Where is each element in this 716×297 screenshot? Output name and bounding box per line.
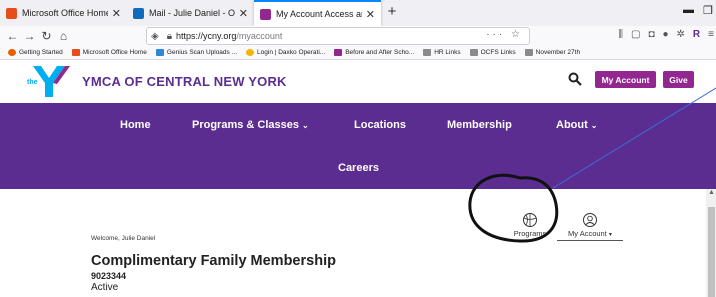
bookmark-before-after-school[interactable]: Before and After Scho... <box>334 49 414 56</box>
close-tab-icon[interactable]: ✕ <box>366 8 375 21</box>
extension-icon[interactable]: ● <box>662 29 668 40</box>
my-account-dropdown[interactable]: My Account ▾ <box>560 212 620 238</box>
pocket-icon[interactable]: ◘ <box>648 29 654 40</box>
nav-locations[interactable]: Locations <box>354 119 406 131</box>
tab-office-home[interactable]: Microsoft Office Home ✕ <box>0 0 127 26</box>
minimize-icon[interactable]: ▬ <box>683 4 694 16</box>
nav-about[interactable]: About ⌄ <box>556 119 597 131</box>
logo-the-text: the <box>27 79 38 86</box>
tab-my-account[interactable]: My Account Access and Online ✕ <box>254 0 381 26</box>
search-icon[interactable] <box>568 72 582 86</box>
bookmark-hr-links[interactable]: HR Links <box>423 49 461 56</box>
my-account-label: My Account <box>568 229 607 238</box>
scroll-thumb[interactable] <box>708 207 715 297</box>
chevron-down-icon: ⌄ <box>302 121 309 130</box>
bookmark-label: Before and After Scho... <box>345 49 415 56</box>
office-favicon-icon <box>6 7 17 19</box>
my-account-button[interactable]: My Account <box>595 71 656 88</box>
membership-status: Active <box>91 282 119 293</box>
bookmark-getting-started[interactable]: Getting Started <box>8 49 63 56</box>
nav-home[interactable]: Home <box>120 119 151 131</box>
url-path: /myaccount <box>236 31 283 41</box>
main-nav: Home Programs & Classes ⌄ Locations Membe… <box>0 103 716 189</box>
folder-icon <box>423 49 432 56</box>
outlook-favicon-icon <box>133 7 144 19</box>
dropdown-underline <box>557 240 623 241</box>
chevron-down-icon: ⌄ <box>590 121 598 130</box>
bookmark-label: Getting Started <box>19 49 63 56</box>
bookmark-daxko[interactable]: Login | Daxko Operati... <box>246 49 325 56</box>
folder-icon <box>524 49 533 56</box>
bookmark-label: November 27th <box>535 49 581 56</box>
firefox-icon <box>8 49 16 56</box>
membership-title: Complimentary Family Membership <box>91 253 336 269</box>
reload-icon[interactable]: ↻ <box>38 29 55 43</box>
caret-down-icon: ▾ <box>608 232 612 238</box>
bookmark-office-home[interactable]: Microsoft Office Home <box>71 49 147 56</box>
bookmarks-bar: Getting Started Microsoft Office Home Ge… <box>0 46 716 60</box>
nav-programs-classes[interactable]: Programs & Classes ⌄ <box>192 119 309 131</box>
nav-label: Programs & Classes <box>192 119 299 131</box>
addon-icon[interactable]: ✲ <box>677 29 685 40</box>
bookmark-label: Microsoft Office Home <box>82 49 147 56</box>
tab-outlook-mail[interactable]: Mail - Julie Daniel - Outlook ✕ <box>127 0 254 26</box>
bookmark-label: HR Links <box>434 49 461 56</box>
programs-button[interactable]: Programs <box>508 212 552 238</box>
tab-strip: Microsoft Office Home ✕ Mail - Julie Dan… <box>0 0 716 26</box>
maximize-icon[interactable]: ❐ <box>703 4 713 17</box>
forward-icon[interactable]: → <box>21 29 38 43</box>
bookmark-label: Genius Scan Uploads ... <box>166 49 238 56</box>
rakuten-icon[interactable]: R <box>693 29 700 40</box>
bookmark-genius-scan[interactable]: Genius Scan Uploads ... <box>155 49 238 56</box>
daxko-icon <box>246 49 255 56</box>
welcome-text: Welcome, Julie Daniel <box>91 235 156 242</box>
bookmark-label: OCFS Links <box>480 49 516 56</box>
org-name[interactable]: YMCA OF CENTRAL NEW YORK <box>82 74 287 89</box>
programs-label: Programs <box>513 229 547 238</box>
url-host: https://ycny.org <box>176 31 237 41</box>
membership-id: 9023344 <box>91 271 127 281</box>
folder-icon <box>469 49 478 56</box>
account-content: Welcome, Julie Daniel Programs My Accoun… <box>0 189 716 297</box>
page-scrollbar[interactable]: ▲ <box>706 189 716 297</box>
give-button[interactable]: Give <box>663 71 694 88</box>
site-header: the YMCA OF CENTRAL NEW YORK My Account … <box>0 60 716 103</box>
new-tab-icon[interactable]: + <box>381 0 403 26</box>
ymca-icon <box>334 49 343 56</box>
menu-icon[interactable]: ≡ <box>708 29 714 40</box>
ymca-favicon-icon <box>260 8 271 20</box>
tab-title: My Account Access and Online <box>276 9 362 19</box>
office-icon <box>71 49 80 56</box>
scroll-up-icon[interactable]: ▲ <box>708 189 715 196</box>
page-actions-icon[interactable]: ··· ☆ <box>486 29 523 40</box>
bookmark-ocfs-links[interactable]: OCFS Links <box>469 49 516 56</box>
close-tab-icon[interactable]: ✕ <box>112 7 121 20</box>
navigation-toolbar: ← → ↻ ⌂ ◈ 🔒︎ https://ycny.org /myaccount… <box>0 26 716 46</box>
lock-icon[interactable]: 🔒︎ <box>167 31 172 42</box>
toolbar-icons: ⫼ ▢ ◘ ● ✲ R ≡ <box>618 29 714 40</box>
tab-title: Mail - Julie Daniel - Outlook <box>149 8 235 18</box>
shield-icon[interactable]: ◈ <box>151 31 159 42</box>
back-icon[interactable]: ← <box>4 29 21 43</box>
nav-careers[interactable]: Careers <box>338 162 379 174</box>
home-icon[interactable]: ⌂ <box>55 29 72 43</box>
tab-title: Microsoft Office Home <box>22 8 108 18</box>
basketball-icon <box>523 213 537 227</box>
sidebar-icon[interactable]: ▢ <box>631 29 640 40</box>
nav-membership[interactable]: Membership <box>447 119 512 131</box>
address-bar[interactable]: ◈ 🔒︎ https://ycny.org /myaccount ··· ☆ <box>146 27 530 45</box>
library-icon[interactable]: ⫼ <box>618 29 623 40</box>
bookmark-label: Login | Daxko Operati... <box>257 49 326 56</box>
user-icon <box>583 213 597 227</box>
bookmark-november-27th[interactable]: November 27th <box>524 49 581 56</box>
nav-label: About <box>556 119 588 131</box>
drive-icon <box>155 49 164 56</box>
close-tab-icon[interactable]: ✕ <box>239 7 248 20</box>
